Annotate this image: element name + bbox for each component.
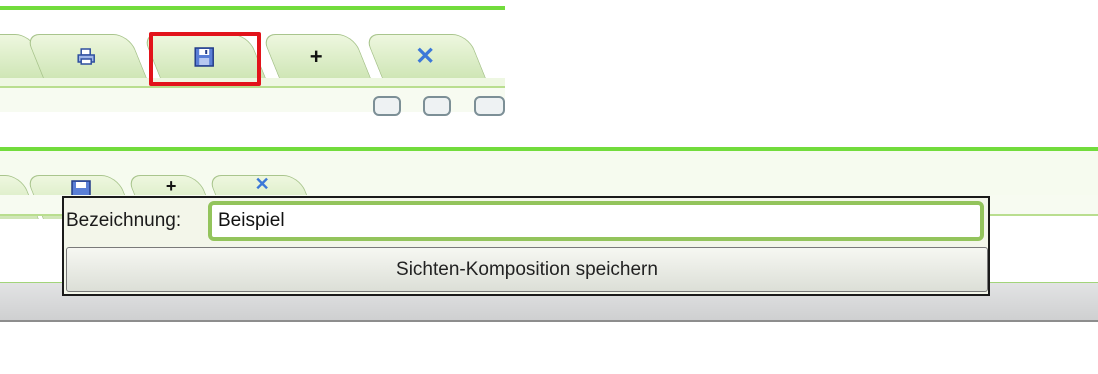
tab-add[interactable]: + [261,34,371,78]
close-icon: ✕ [415,43,436,70]
green-border-line [0,6,505,10]
save-composition-button[interactable]: Sichten-Komposition speichern [66,247,988,292]
save-view-dialog: Bezeichnung: Sichten-Komposition speiche… [62,196,990,296]
toolbar-mini-button-3[interactable] [474,96,505,116]
print-icon [77,47,95,65]
close-icon: ✕ [254,174,270,194]
plus-icon: + [309,43,323,69]
selection-highlight [149,32,261,86]
tab-close[interactable]: ✕ [364,34,486,78]
plus-icon: + [165,176,177,196]
toolbar-mini-button-1[interactable] [373,96,401,116]
name-input[interactable] [208,201,984,241]
name-label: Bezeichnung: [66,210,182,231]
tab-print[interactable] [25,34,147,78]
toolbar-mini-button-2[interactable] [423,96,451,116]
